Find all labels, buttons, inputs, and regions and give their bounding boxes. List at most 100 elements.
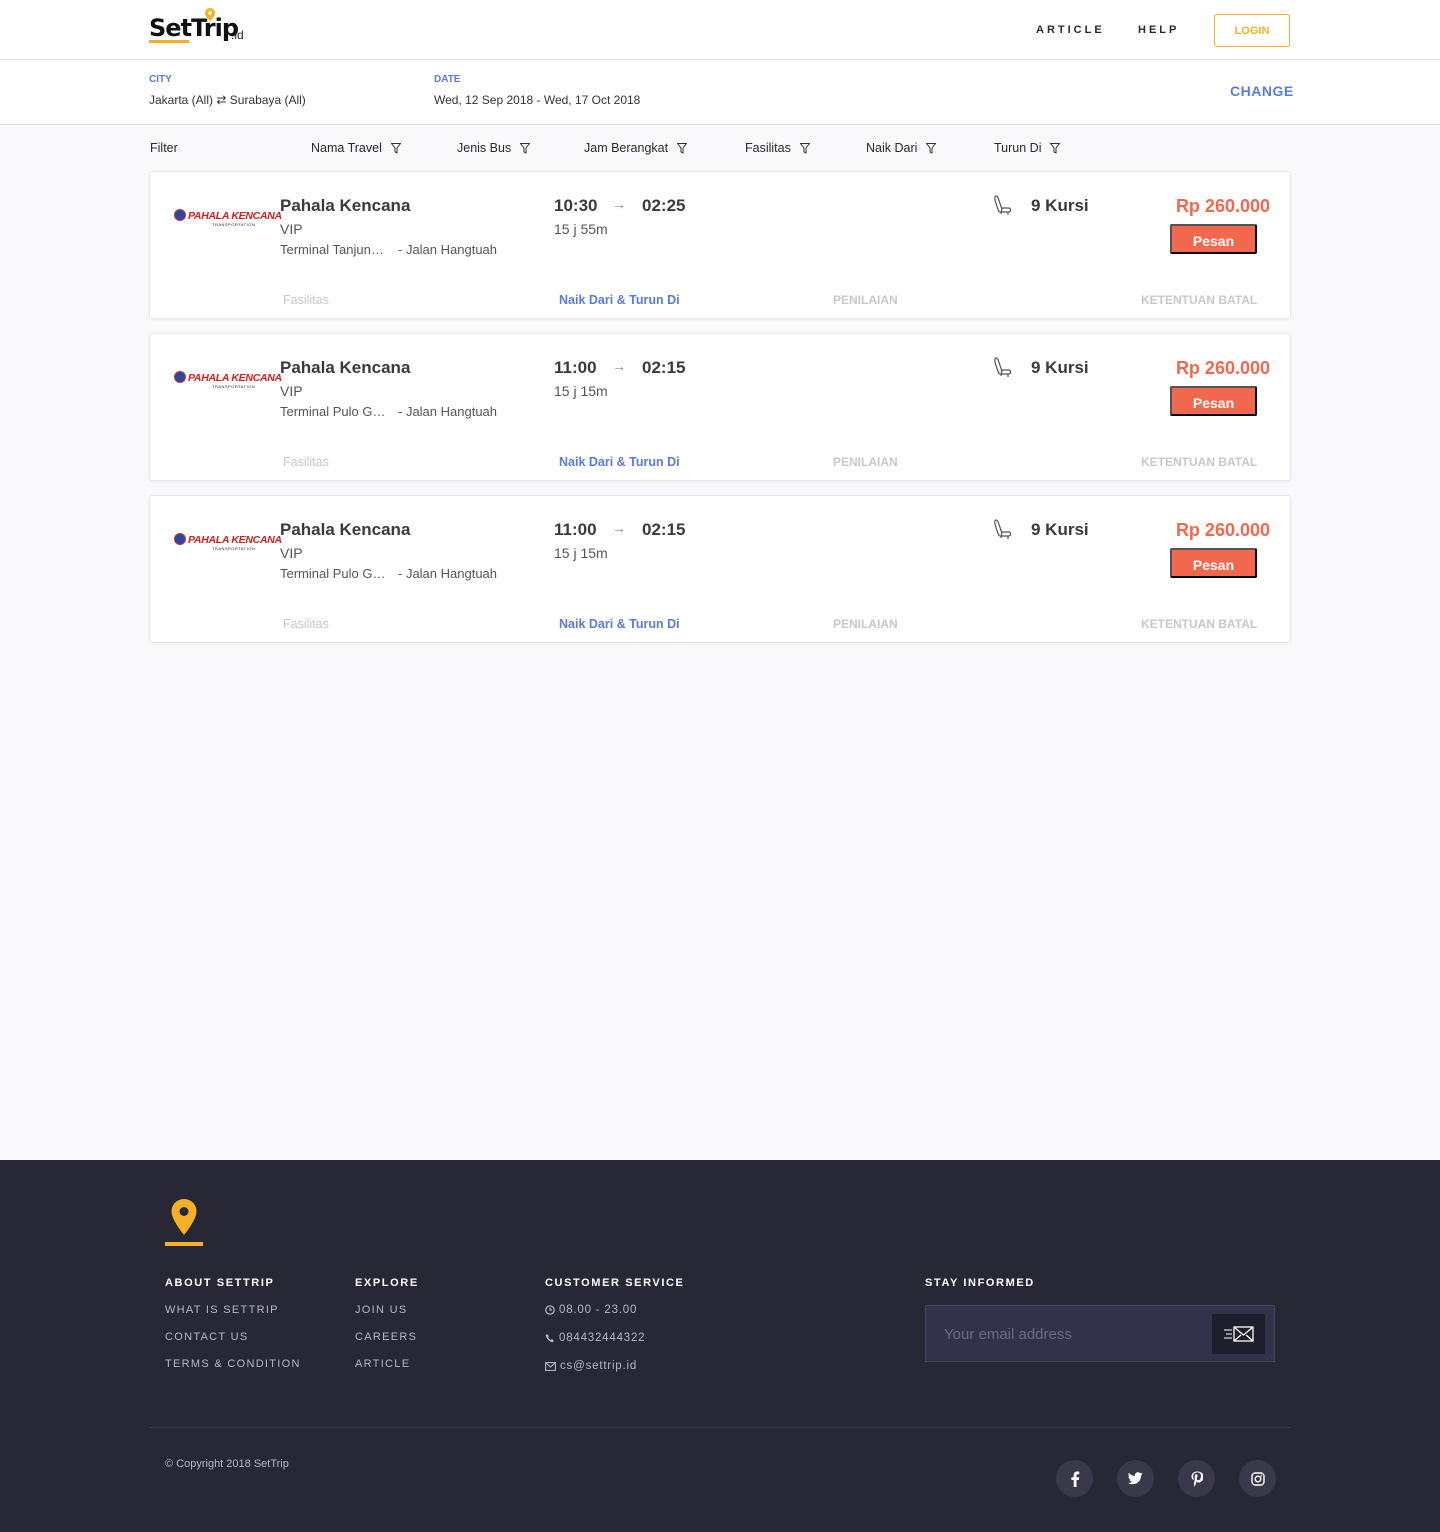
footer-link-join-us[interactable]: JOIN US	[355, 1304, 408, 1316]
filter-naik-dari[interactable]: Naik Dari	[866, 141, 937, 155]
login-button[interactable]: LOGIN	[1214, 14, 1290, 47]
filter-label: Nama Travel	[311, 141, 382, 155]
seat-icon	[994, 519, 1012, 539]
route: Terminal Pulo Gebang - Jalan Hangtuah	[280, 404, 497, 419]
date-value: Wed, 12 Sep 2018 - Wed, 17 Oct 2018	[434, 93, 641, 107]
instagram-icon[interactable]	[1239, 1460, 1276, 1497]
change-search-button[interactable]: CHANGE	[1230, 83, 1294, 99]
top-header: SetTrip .id ARTICLE HELP LOGIN	[0, 0, 1440, 60]
operator-logo: PAHALA KENCANA TRANSPORTATION	[172, 370, 282, 390]
tab-naik-turun[interactable]: Naik Dari & Turun Di	[559, 617, 680, 631]
ticket-price: Rp 260.000	[1175, 358, 1270, 378]
facebook-icon[interactable]	[1056, 1460, 1093, 1497]
operator-logo: PAHALA KENCANA TRANSPORTATION	[172, 532, 282, 552]
operator-logo-subtext: TRANSPORTATION	[212, 222, 256, 227]
tab-naik-turun[interactable]: Naik Dari & Turun Di	[559, 293, 680, 307]
filter-icon	[1050, 142, 1061, 154]
route: Terminal Pulo Gebang - Jalan Hangtuah	[280, 566, 497, 581]
globe-icon	[174, 209, 186, 221]
send-mail-icon	[1223, 1326, 1254, 1342]
footer-stay-informed-title: STAY INFORMED	[925, 1277, 1035, 1289]
tab-ketentuan-batal[interactable]: KETENTUAN BATAL	[1141, 293, 1257, 307]
logo-suffix: .id	[231, 28, 244, 42]
phone-icon	[545, 1334, 554, 1343]
filter-label: Naik Dari	[866, 141, 918, 155]
seats-available: 9 Kursi	[1031, 520, 1089, 539]
filter-nama-travel[interactable]: Nama Travel	[311, 141, 401, 155]
settrip-logo[interactable]: SetTrip .id	[149, 8, 259, 46]
newsletter-email-input[interactable]	[944, 1323, 1204, 1345]
arrival-time: 02:25	[642, 196, 686, 215]
location-pin-icon	[171, 1199, 197, 1235]
logo-underline	[149, 40, 189, 43]
route-from: Terminal Pulo Gebang	[280, 566, 388, 581]
footer-link-careers[interactable]: CAREERS	[355, 1331, 417, 1343]
departure-time: 11:00	[554, 358, 597, 377]
cs-phone[interactable]: 084432444322	[545, 1332, 645, 1344]
city-from: Jakarta (All)	[149, 93, 214, 107]
tab-ketentuan-batal[interactable]: KETENTUAN BATAL	[1141, 455, 1257, 469]
operator-logo: PAHALA KENCANA TRANSPORTATION	[172, 208, 282, 228]
cs-phone-text: 084432444322	[559, 1332, 646, 1344]
tab-naik-turun[interactable]: Naik Dari & Turun Di	[559, 455, 680, 469]
route-from: Terminal Pulo Gebang	[280, 404, 388, 419]
footer-logo-underline	[165, 1242, 203, 1246]
twitter-icon[interactable]	[1117, 1460, 1154, 1497]
bus-class: VIP	[280, 221, 303, 237]
filter-turun-di[interactable]: Turun Di	[994, 141, 1061, 155]
filter-label: Turun Di	[994, 141, 1042, 155]
route-to: - Jalan Hangtuah	[398, 566, 498, 581]
bus-result-card: PAHALA KENCANA TRANSPORTATION Pahala Ken…	[149, 495, 1291, 643]
filter-icon	[390, 142, 401, 154]
arrow-right-icon: →	[612, 358, 626, 374]
route: Terminal Tanjung Priok - Jalan Hangtuah	[280, 242, 497, 257]
book-button[interactable]: Pesan	[1170, 548, 1257, 578]
seats-available: 9 Kursi	[1031, 358, 1089, 377]
operator-logo-text: PAHALA KENCANA	[188, 534, 282, 546]
route-to: - Jalan Hangtuah	[398, 404, 498, 419]
city-value: Jakarta (All) ⇄ Surabaya (All)	[149, 93, 306, 107]
operator-name: Pahala Kencana	[280, 520, 411, 539]
seats-available: 9 Kursi	[1031, 196, 1089, 215]
tab-penilaian[interactable]: PENILAIAN	[833, 455, 898, 469]
nav-article-link[interactable]: ARTICLE	[1036, 24, 1105, 36]
footer-link-contact-us[interactable]: CONTACT US	[165, 1331, 249, 1343]
footer-cs-title: CUSTOMER SERVICE	[545, 1277, 685, 1289]
footer-link-terms[interactable]: TERMS & CONDITION	[165, 1358, 301, 1370]
filter-jam-berangkat[interactable]: Jam Berangkat	[584, 141, 688, 155]
book-button[interactable]: Pesan	[1170, 386, 1257, 416]
seat-icon	[994, 357, 1012, 377]
tab-penilaian[interactable]: PENILAIAN	[833, 617, 898, 631]
departure-time: 11:00	[554, 520, 597, 539]
bus-class: VIP	[280, 545, 303, 561]
ticket-price: Rp 260.000	[1175, 520, 1270, 540]
tab-fasilitas[interactable]: Fasilitas	[283, 617, 329, 631]
tab-ketentuan-batal[interactable]: KETENTUAN BATAL	[1141, 617, 1257, 631]
nav-help-link[interactable]: HELP	[1138, 24, 1179, 36]
trip-duration: 15 j 55m	[554, 221, 608, 237]
filter-title: Filter	[150, 141, 178, 155]
filter-fasilitas[interactable]: Fasilitas	[745, 141, 810, 155]
trip-duration: 15 j 15m	[554, 383, 608, 399]
cs-email[interactable]: cs@settrip.id	[545, 1360, 637, 1372]
footer-link-article[interactable]: ARTICLE	[355, 1358, 410, 1370]
filter-icon	[677, 142, 688, 154]
tab-fasilitas[interactable]: Fasilitas	[283, 293, 329, 307]
filter-jenis-bus[interactable]: Jenis Bus	[457, 141, 531, 155]
date-label: DATE	[434, 74, 461, 85]
footer-link-what-is-settrip[interactable]: WHAT IS SETTRIP	[165, 1304, 279, 1316]
newsletter-submit-button[interactable]	[1212, 1314, 1265, 1354]
pinterest-icon[interactable]	[1178, 1460, 1215, 1497]
tab-penilaian[interactable]: PENILAIAN	[833, 293, 898, 307]
operator-logo-subtext: TRANSPORTATION	[212, 384, 256, 389]
filter-icon	[520, 142, 531, 154]
swap-icon: ⇄	[216, 93, 227, 107]
city-to: Surabaya (All)	[229, 93, 306, 107]
seat-icon	[994, 195, 1012, 215]
book-button[interactable]: Pesan	[1170, 224, 1257, 254]
bus-class: VIP	[280, 383, 303, 399]
route-to: - Jalan Hangtuah	[398, 242, 498, 257]
tab-fasilitas[interactable]: Fasilitas	[283, 455, 329, 469]
logo-wordmark: SetTrip	[149, 14, 239, 42]
route-from: Terminal Tanjung Priok	[280, 242, 388, 257]
